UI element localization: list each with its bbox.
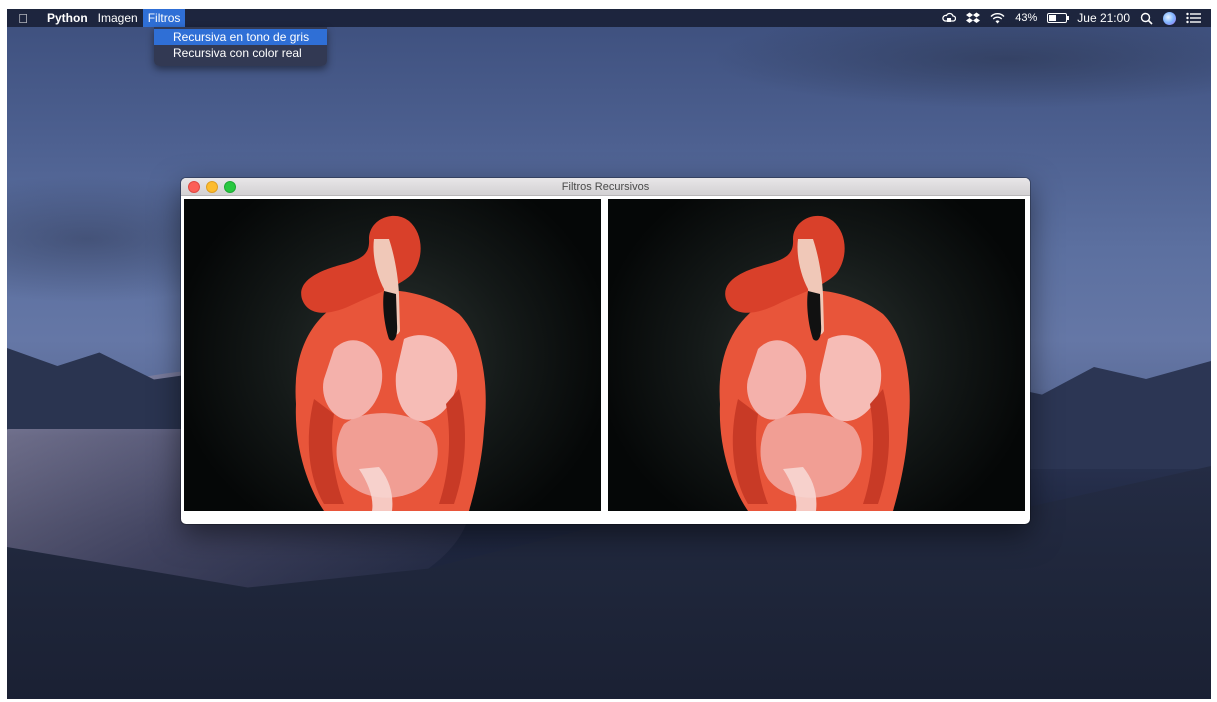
window-title: Filtros Recursivos	[561, 181, 650, 193]
menu-bar:  Python Imagen Filtros 43% Jue 21:00	[7, 9, 1211, 27]
flamingo-image	[295, 215, 486, 511]
wifi-icon[interactable]	[990, 12, 1005, 24]
notification-center-icon[interactable]	[1186, 12, 1201, 24]
original-image-panel	[184, 199, 601, 511]
battery-level	[1049, 15, 1057, 21]
menu-item-recursiva-gris[interactable]: Recursiva en tono de gris	[154, 29, 327, 45]
clock[interactable]: Jue 21:00	[1077, 11, 1130, 25]
dropbox-icon[interactable]	[966, 12, 981, 24]
spotlight-search-icon[interactable]	[1140, 12, 1153, 25]
menu-filtros[interactable]: Filtros	[142, 9, 186, 27]
battery-icon[interactable]	[1047, 13, 1070, 23]
battery-percent[interactable]: 43%	[1015, 12, 1037, 24]
desktop:  Python Imagen Filtros 43% Jue 21:00	[7, 9, 1211, 699]
flamingo-image	[719, 215, 910, 511]
cloud-status-icon[interactable]	[942, 12, 957, 24]
filtered-image-panel	[608, 199, 1025, 511]
app-window: Filtros Recursivos	[181, 178, 1030, 524]
menu-item-recursiva-color[interactable]: Recursiva con color real	[154, 45, 327, 61]
window-titlebar[interactable]: Filtros Recursivos	[181, 178, 1030, 196]
apple-icon[interactable]: 	[7, 11, 39, 26]
menu-imagen[interactable]: Imagen	[93, 9, 143, 27]
app-menu-python[interactable]: Python	[39, 9, 93, 27]
filtros-dropdown-menu: Recursiva en tono de gris Recursiva con …	[154, 27, 327, 66]
siri-icon[interactable]	[1163, 11, 1176, 25]
